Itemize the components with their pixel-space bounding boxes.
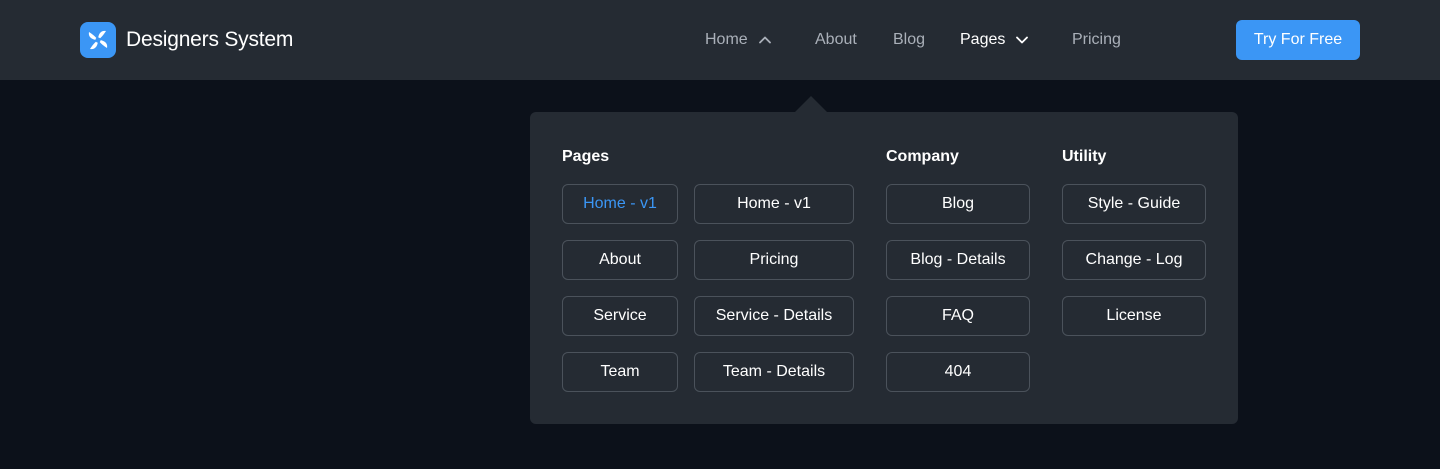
menu-link-service[interactable]: Service (562, 296, 678, 336)
brand-name: Designers System (126, 28, 294, 51)
navbar: Designers System Home About Blog Pages P… (0, 0, 1440, 80)
brand[interactable]: Designers System (80, 22, 293, 58)
menu-link-blog-details[interactable]: Blog - Details (886, 240, 1030, 280)
nav-item-pricing-label: Pricing (1072, 31, 1121, 48)
pages-mega-menu: Pages Company Utility Home - v1 Home - v… (530, 112, 1238, 424)
menu-link-home-v1-alt[interactable]: Home - v1 (694, 184, 854, 224)
nav-item-about[interactable]: About (815, 26, 857, 54)
nav-item-home-label: Home (705, 31, 748, 48)
chevron-down-icon (1016, 36, 1029, 44)
menu-link-404[interactable]: 404 (886, 352, 1030, 392)
pages-column-title: Pages (562, 148, 610, 165)
menu-link-faq[interactable]: FAQ (886, 296, 1030, 336)
nav-item-blog-label: Blog (893, 31, 926, 48)
menu-link-style-guide[interactable]: Style - Guide (1062, 184, 1206, 224)
nav-item-pricing[interactable]: Pricing (1072, 26, 1121, 54)
nav-item-pages-label: Pages (960, 31, 1006, 48)
nav-item-blog[interactable]: Blog (893, 26, 925, 54)
try-for-free-button[interactable]: Try For Free (1236, 20, 1360, 60)
company-column-title: Company (886, 148, 959, 165)
menu-link-service-details[interactable]: Service - Details (694, 296, 854, 336)
utility-column-title: Utility (1062, 148, 1107, 165)
nav-item-home[interactable]: Home (705, 26, 772, 54)
dropdown-caret (795, 96, 827, 112)
menu-link-blog[interactable]: Blog (886, 184, 1030, 224)
menu-link-change-log[interactable]: Change - Log (1062, 240, 1206, 280)
nav-item-pages[interactable]: Pages (960, 26, 1029, 54)
nav-item-about-label: About (815, 31, 857, 48)
menu-link-license[interactable]: License (1062, 296, 1206, 336)
pinwheel-logo-icon (80, 22, 116, 58)
menu-link-team-details[interactable]: Team - Details (694, 352, 854, 392)
menu-link-pricing[interactable]: Pricing (694, 240, 854, 280)
menu-link-about[interactable]: About (562, 240, 678, 280)
menu-link-home-v1[interactable]: Home - v1 (562, 184, 678, 224)
menu-link-team[interactable]: Team (562, 352, 678, 392)
chevron-up-icon (758, 36, 771, 44)
